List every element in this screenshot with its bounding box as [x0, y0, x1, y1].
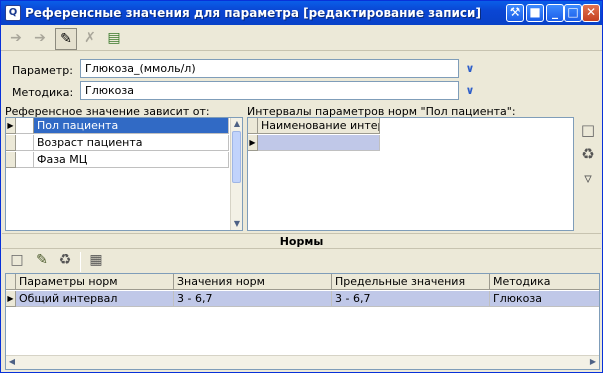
- edit-pencil-icon[interactable]: ✎: [55, 28, 77, 50]
- scroll-thumb[interactable]: [232, 131, 241, 183]
- table-cell[interactable]: 3 - 6,7: [332, 291, 490, 307]
- new-document-icon[interactable]: □: [578, 120, 598, 140]
- method-field[interactable]: Глюкоза: [80, 81, 459, 100]
- help-icon[interactable]: ■: [526, 4, 544, 22]
- list-item[interactable]: Пол пациента: [34, 118, 229, 134]
- back-arrow-icon[interactable]: ➔: [5, 28, 27, 50]
- scroll-left-icon[interactable]: ◀: [6, 356, 18, 368]
- table-cell[interactable]: Глюкоза: [490, 291, 599, 307]
- norms-band-title: Нормы: [2, 233, 601, 249]
- depends-gutter: [16, 135, 34, 151]
- depends-gutter: [16, 118, 34, 134]
- main-toolbar: ➔ ➔ ✎ ✗ ▤: [1, 26, 602, 51]
- intervals-col-header[interactable]: Наименование интервала: [258, 118, 380, 134]
- forward-arrow-icon[interactable]: ➔: [29, 28, 51, 50]
- title-bar[interactable]: Q Референсные значения для параметра [ре…: [1, 1, 602, 25]
- dialog-window: Q Референсные значения для параметра [ре…: [0, 0, 603, 373]
- list-item[interactable]: Фаза МЦ: [34, 152, 229, 168]
- param-label: Параметр:: [12, 64, 73, 77]
- method-dropdown-chevron-icon[interactable]: ∨: [463, 85, 477, 97]
- param-dropdown-chevron-icon[interactable]: ∨: [463, 63, 477, 75]
- header-corner: [6, 274, 16, 290]
- row-indicator-icon: ▶: [248, 135, 258, 151]
- edit-table-icon[interactable]: ▦: [85, 250, 107, 272]
- minimize-button[interactable]: _: [546, 4, 564, 22]
- param-field[interactable]: Глюкоза_(ммоль/л): [80, 59, 459, 78]
- norms-col-header[interactable]: Предельные значения: [332, 274, 490, 290]
- scroll-down-icon[interactable]: ▼: [231, 218, 242, 230]
- row-indicator-icon: ▶: [6, 291, 16, 307]
- intervals-grid: Наименование интервала ▶: [247, 117, 574, 231]
- norms-col-header[interactable]: Значения норм: [174, 274, 332, 290]
- depends-scrollbar[interactable]: ▲ ▼: [230, 118, 242, 230]
- exit-door-icon[interactable]: ▤: [103, 28, 125, 50]
- depends-gutter: [16, 152, 34, 168]
- delete-norm-icon[interactable]: ♻: [54, 250, 76, 272]
- close-button[interactable]: ✕: [582, 4, 600, 22]
- table-cell[interactable]: Общий интервал: [16, 291, 174, 307]
- method-label: Методика:: [12, 86, 74, 99]
- depends-grid: ▶ Пол пациента Возраст пациента Фаза МЦ …: [5, 117, 243, 231]
- row-indicator-icon: ▶: [6, 118, 16, 134]
- row-indicator: [6, 135, 16, 151]
- maximize-button[interactable]: □: [564, 4, 582, 22]
- norms-col-header[interactable]: Методика: [490, 274, 599, 290]
- window-title: Референсные значения для параметра [реда…: [25, 6, 481, 20]
- tools-icon[interactable]: ⚒: [506, 4, 524, 22]
- toolbar-separator: [80, 252, 81, 272]
- new-norm-icon[interactable]: □: [6, 250, 28, 272]
- filter-funnel-icon[interactable]: ▿: [578, 168, 598, 188]
- norms-col-header[interactable]: Параметры норм: [16, 274, 174, 290]
- norms-hscrollbar[interactable]: ◀ ▶: [6, 355, 599, 369]
- row-indicator: [6, 152, 16, 168]
- norms-grid: Параметры норм Значения норм Предельные …: [5, 273, 600, 370]
- delete-record-icon[interactable]: ✗: [79, 28, 101, 50]
- list-item[interactable]: Возраст пациента: [34, 135, 229, 151]
- scroll-right-icon[interactable]: ▶: [587, 356, 599, 368]
- table-row[interactable]: [258, 135, 380, 151]
- trash-icon[interactable]: ♻: [578, 144, 598, 164]
- app-icon: Q: [5, 5, 21, 21]
- edit-norm-icon[interactable]: ✎: [31, 250, 53, 272]
- scroll-up-icon[interactable]: ▲: [231, 118, 242, 130]
- header-corner: [248, 118, 258, 134]
- table-cell[interactable]: 3 - 6,7: [174, 291, 332, 307]
